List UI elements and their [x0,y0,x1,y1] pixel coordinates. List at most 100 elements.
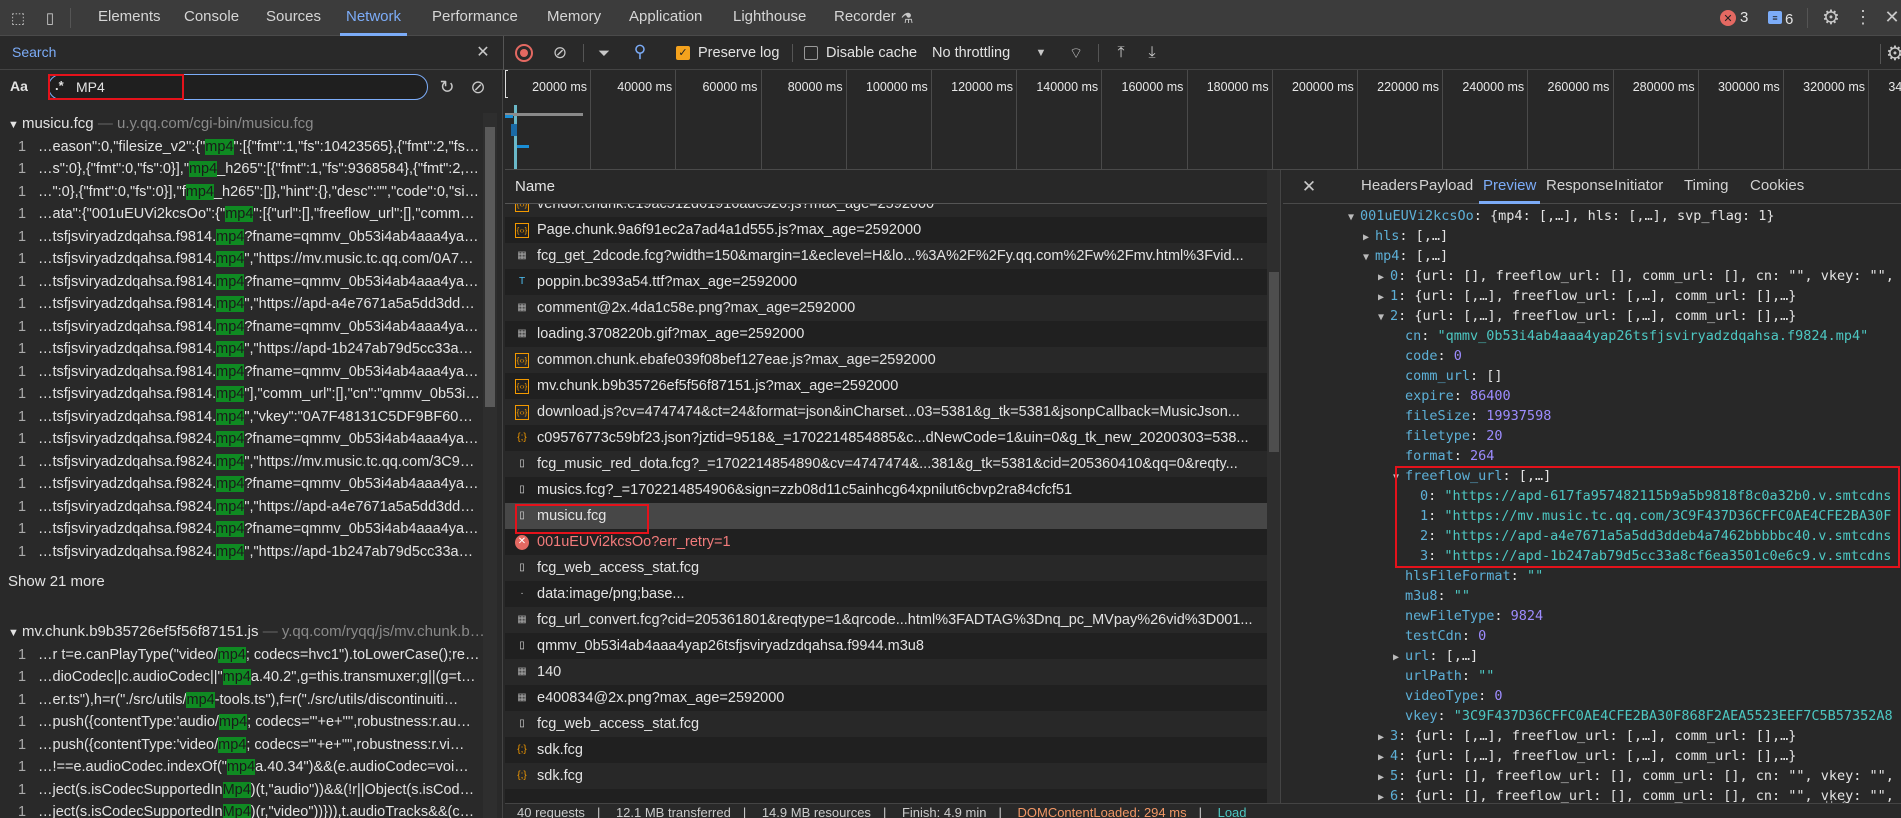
request-row[interactable]: ▦ e400834@2x.png?max_age=2592000 [505,685,1267,711]
search-input[interactable]: MP4 [76,79,105,95]
preview-line[interactable]: ▼ 2: {url: [,…], freeflow_url: [,…], comm… [1378,306,1796,326]
result-file-header[interactable]: ▼ musicu.fcg — u.y.qq.com/cgi-bin/musicu… [8,113,313,135]
request-row[interactable]: {‹›} download.js?cv=4747474&ct=24&format=… [505,399,1267,425]
preview-line[interactable]: ▶ 4: {url: [,…], freeflow_url: [,…], comm… [1378,746,1796,766]
search-result-line[interactable]: 1 …tsfjsviryadzdqahsa.f9824.mp4?fname=qmm… [18,428,480,450]
request-row[interactable]: ▦ fcg_url_convert.fcg?cid=205361801&reqty… [505,607,1267,633]
request-row[interactable]: · data:image/png;base... [505,581,1267,607]
request-row[interactable]: ▯ fcg_web_access_stat.fcg [505,711,1267,737]
preview-line[interactable]: ▼ mp4: [,…] [1363,246,1448,266]
column-header-name[interactable]: Name [505,170,1267,204]
disable-cache-label[interactable]: Disable cache [826,45,917,61]
tab-elements[interactable]: Elements [92,0,167,36]
refresh-search-icon[interactable]: ↻ [437,76,457,98]
request-list-scrollbar[interactable] [1267,170,1280,803]
more-options-icon[interactable]: ⋮ [1854,6,1872,28]
clear-search-icon[interactable]: ⊘ [468,76,488,98]
search-result-line[interactable]: 1 …tsfjsviryadzdqahsa.f9814.mp4","https:/… [18,293,480,315]
preview-line[interactable]: ▶ 1: {url: [,…], freeflow_url: [,…], comm… [1378,286,1796,306]
preview-line[interactable]: ▼ freeflow_url: [,…] [1393,466,1551,486]
search-result-line[interactable]: 1 …tsfjsviryadzdqahsa.f9824.mp4","https:/… [18,541,480,563]
collapse-triangle-icon[interactable]: ▼ [1393,468,1405,488]
search-result-line[interactable]: 1 …!==e.audioCodec.indexOf("mp4a.40.34")&… [18,756,480,778]
search-result-line[interactable]: 1 …eason":0,"filesize_v2":{"mp4":[{"fmt":… [18,136,480,158]
request-row[interactable]: {‹›} common.chunk.ebafe039f08bef127eae.js… [505,347,1267,373]
close-details-icon[interactable]: ✕ [1300,177,1318,197]
network-overview-timeline[interactable]: 20000 ms 40000 ms 60000 ms 80000 ms 100000 m… [505,70,1901,170]
details-tab-preview[interactable]: Preview [1479,170,1541,204]
search-result-line[interactable]: 1 …r t=e.canPlayType("video/mp4; codecs=h… [18,644,480,666]
request-row[interactable]: {‹›} mv.chunk.b9b35726ef5f56f87151.js?max… [505,373,1267,399]
search-result-line[interactable]: 1 …push({contentType:'audio/mp4; codecs="… [18,711,480,733]
settings-gear-icon[interactable]: ⚙ [1820,6,1842,29]
search-result-line[interactable]: 1 …tsfjsviryadzdqahsa.f9814.mp4","https:/… [18,338,480,360]
request-row[interactable]: ▯ musicu.fcg [505,503,1267,529]
error-icon[interactable]: ✕ [1720,10,1736,26]
throttling-select[interactable]: No throttling [932,45,1010,61]
preview-line[interactable]: ▶ 5: {url: [], freeflow_url: [], comm_url… [1378,766,1894,786]
tab-performance[interactable]: Performance [426,0,524,36]
expand-triangle-icon[interactable]: ▶ [1378,728,1390,748]
request-row[interactable]: ▯ qmmv_0b53i4ab4aaa4yap26tsfjsviryadzdqah… [505,633,1267,659]
details-tab-initiator[interactable]: Initiator [1610,170,1667,204]
expand-triangle-icon[interactable]: ▶ [1363,228,1375,248]
details-tab-cookies[interactable]: Cookies [1746,170,1808,204]
preview-line[interactable]: ▶ 0: {url: [], freeflow_url: [], comm_url… [1378,266,1894,286]
details-tab-headers[interactable]: Headers [1357,170,1422,204]
request-row[interactable]: Tpoppin.bc393a54.ttf?max_age=2592000 [505,269,1267,295]
tab-network[interactable]: Network [340,0,408,36]
search-result-line[interactable]: 1 …er.ts"),h=r("./src/utils/mp4-tools.ts"… [18,689,480,711]
expand-triangle-icon[interactable]: ▶ [1378,768,1390,788]
expand-triangle-icon[interactable]: ▼ [8,119,22,131]
network-settings-gear-icon[interactable]: ⚙ [1886,42,1901,65]
collapse-triangle-icon[interactable]: ▼ [1348,208,1360,228]
preserve-log-label[interactable]: Preserve log [698,45,779,61]
device-toolbar-icon[interactable]: ▯ [40,8,60,28]
tab-sources[interactable]: Sources [260,0,327,36]
search-result-line[interactable]: 1 …tsfjsviryadzdqahsa.f9814.mp4","vkey":"… [18,406,480,428]
regex-toggle[interactable]: .* [55,78,64,93]
search-result-line[interactable]: 1 …":0},{"fmt":0,"fs":0}],"fmp4_h265":[]}… [18,181,480,203]
close-devtools-icon[interactable]: ✕ [1884,6,1900,28]
expand-triangle-icon[interactable]: ▶ [1378,268,1390,288]
search-result-line[interactable]: 1 …tsfjsviryadzdqahsa.f9814.mp4"],"comm_u… [18,383,480,405]
search-result-line[interactable]: 1 …ject(s.isCodecSupportedInMp4)(t,"audio… [18,779,480,801]
expand-triangle-icon[interactable]: ▶ [1393,648,1405,668]
search-result-line[interactable]: 1 …tsfjsviryadzdqahsa.f9824.mp4?fname=qmm… [18,518,480,540]
request-row[interactable]: {;} sdk.fcg [505,737,1267,763]
clear-icon[interactable]: ⊘ [550,43,570,63]
scrollbar-thumb[interactable] [1269,272,1279,452]
import-har-icon[interactable]: ⤒ [1112,43,1130,63]
tab-recorder[interactable]: Recorder [828,0,902,36]
expand-triangle-icon[interactable]: ▶ [1378,748,1390,768]
request-row[interactable]: ▯ fcg_music_red_dota.fcg?_=1702214854890&… [505,451,1267,477]
tab-lighthouse[interactable]: Lighthouse [727,0,812,36]
tab-memory[interactable]: Memory [541,0,607,36]
search-result-line[interactable]: 1 …tsfjsviryadzdqahsa.f9824.mp4?fname=qmm… [18,473,480,495]
search-result-line[interactable]: 1 …dioCodec||c.audioCodec||"mp4a.40.2",g=… [18,666,480,688]
message-icon[interactable]: ≡ [1768,11,1782,24]
request-row[interactable]: ▦ 140 [505,659,1267,685]
search-result-line[interactable]: 1 …s":0},{"fmt":0,"fs":0}],"mp4_h265":[{"… [18,158,480,180]
request-row[interactable]: ▦ fcg_get_2dcode.fcg?width=150&margin=1&e… [505,243,1267,269]
results-scrollbar[interactable] [483,113,497,818]
tab-application[interactable]: Application [623,0,708,36]
search-result-line[interactable]: 1 …ata":{"001uEUVi2kcsOo":{"mp4":[{"url":… [18,203,480,225]
search-result-line[interactable]: 1 …tsfjsviryadzdqahsa.f9814.mp4?fname=qmm… [18,361,480,383]
match-case-toggle[interactable]: Aa [10,78,28,94]
message-count[interactable]: 6 [1785,11,1793,28]
search-result-line[interactable]: 1 …tsfjsviryadzdqahsa.f9814.mp4?fname=qmm… [18,226,480,248]
show-more-link[interactable]: Show 21 more [8,571,105,593]
request-row[interactable]: {‹›} Page.chunk.9a6f91ec2a7ad4a1d555.js?m… [505,217,1267,243]
expand-triangle-icon[interactable]: ▶ [1378,288,1390,308]
result-file-header[interactable]: ▼ mv.chunk.b9b35726ef5f56f87151.js — y.q… [8,621,485,643]
preserve-log-checkbox[interactable]: ✓ [676,46,690,60]
search-result-line[interactable]: 1 …tsfjsviryadzdqahsa.f9814.mp4","https:/… [18,248,480,270]
request-row[interactable]: ▦ loading.3708220b.gif?max_age=2592000 [505,321,1267,347]
details-tab-payload[interactable]: Payload [1415,170,1477,204]
preview-line[interactable]: ▼ 001uEUVi2kcsOo: {mp4: [,…], hls: [,…], … [1348,206,1775,226]
request-row[interactable]: ▯ fcg_web_access_stat.fcg [505,555,1267,581]
details-tab-response[interactable]: Response [1542,170,1618,204]
scrollbar-thumb[interactable] [485,127,495,407]
preview-line[interactable]: ▶ 3: {url: [,…], freeflow_url: [,…], comm… [1378,726,1796,746]
